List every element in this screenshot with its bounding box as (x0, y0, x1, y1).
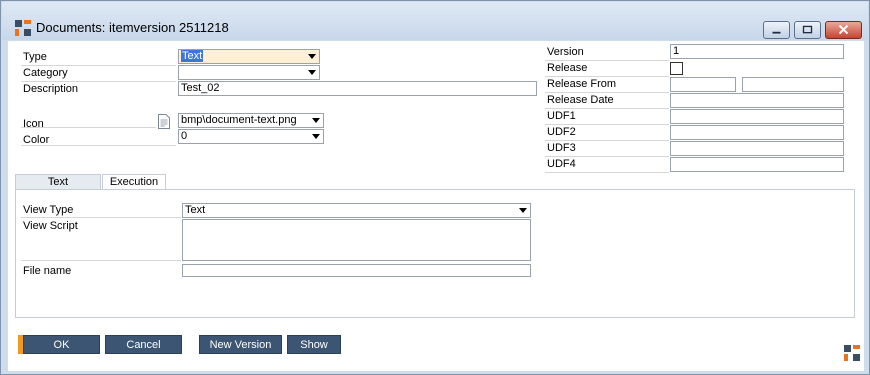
view-type-select-value: Text (185, 204, 206, 216)
udf3-label: UDF3 (547, 142, 576, 154)
new-version-button[interactable]: New Version (199, 335, 282, 354)
release-from-label: Release From (547, 78, 617, 90)
release-date-label: Release Date (547, 94, 614, 106)
icon-label: Icon (23, 118, 44, 130)
row-divider (545, 156, 669, 157)
file-name-label: File name (23, 265, 72, 277)
cancel-button[interactable]: Cancel (105, 335, 182, 354)
row-divider (21, 127, 156, 128)
dropdown-arrow-icon (308, 70, 316, 75)
udf4-field[interactable] (670, 157, 844, 172)
document-icon (158, 114, 170, 129)
close-button[interactable] (825, 21, 862, 39)
view-type-label: View Type (23, 204, 74, 216)
category-select[interactable] (178, 65, 320, 80)
type-label: Type (23, 51, 47, 63)
color-select-value: 0 (181, 130, 188, 142)
row-divider (545, 76, 669, 77)
release-label: Release (547, 62, 588, 74)
file-name-field[interactable] (182, 264, 531, 277)
type-select-value: Text (181, 50, 204, 62)
row-divider (545, 108, 669, 109)
color-select[interactable]: 0 (178, 129, 324, 144)
udf1-label: UDF1 (547, 110, 576, 122)
udf1-field[interactable] (670, 109, 844, 124)
category-label: Category (23, 67, 68, 79)
udf2-label: UDF2 (547, 126, 576, 138)
icon-select-value: bmp\document-text.png (181, 114, 297, 126)
view-type-select[interactable]: Text (182, 203, 531, 218)
row-divider (21, 81, 176, 82)
row-divider (21, 260, 181, 261)
description-label: Description (23, 83, 79, 95)
minimize-button[interactable] (763, 21, 790, 39)
dialog-client-area: Type Text Category Description Test_02 I… (8, 41, 864, 371)
execution-panel: View Type Text View Script File name (15, 189, 855, 318)
brand-logo-icon (844, 345, 860, 361)
show-button[interactable]: Show (287, 335, 341, 354)
close-icon (838, 24, 849, 35)
row-divider (545, 92, 669, 93)
icon-select[interactable]: bmp\document-text.png (178, 113, 324, 128)
release-date-field[interactable] (670, 93, 844, 108)
udf2-field[interactable] (670, 125, 844, 140)
dropdown-arrow-icon (308, 54, 316, 59)
window-title: Documents: itemversion 2511218 (36, 20, 229, 35)
row-divider (21, 65, 176, 66)
row-divider (21, 145, 176, 146)
maximize-button[interactable] (794, 21, 821, 39)
maximize-icon (802, 25, 813, 34)
title-bar: Documents: itemversion 2511218 (2, 2, 868, 40)
ok-button[interactable]: OK (23, 335, 100, 354)
release-to-field[interactable] (742, 77, 844, 92)
version-label: Version (547, 46, 584, 58)
row-divider (545, 172, 669, 173)
description-field[interactable]: Test_02 (178, 81, 537, 96)
udf3-field[interactable] (670, 141, 844, 156)
view-script-textarea[interactable] (182, 219, 531, 261)
release-from-field[interactable] (670, 77, 736, 92)
minimize-icon (772, 31, 781, 34)
document-window: Documents: itemversion 2511218 Type Text… (0, 0, 870, 375)
tab-text[interactable]: Text (15, 174, 101, 190)
row-divider (545, 124, 669, 125)
row-divider (21, 217, 181, 218)
dropdown-arrow-icon (312, 118, 320, 123)
dropdown-arrow-icon (312, 134, 320, 139)
dropdown-arrow-icon (519, 208, 527, 213)
row-divider (545, 60, 669, 61)
version-field[interactable]: 1 (670, 44, 844, 59)
row-divider (545, 140, 669, 141)
view-script-label: View Script (23, 220, 78, 232)
type-select[interactable]: Text (178, 49, 320, 64)
udf4-label: UDF4 (547, 158, 576, 170)
release-checkbox[interactable] (670, 62, 683, 75)
app-logo-icon (15, 20, 31, 36)
